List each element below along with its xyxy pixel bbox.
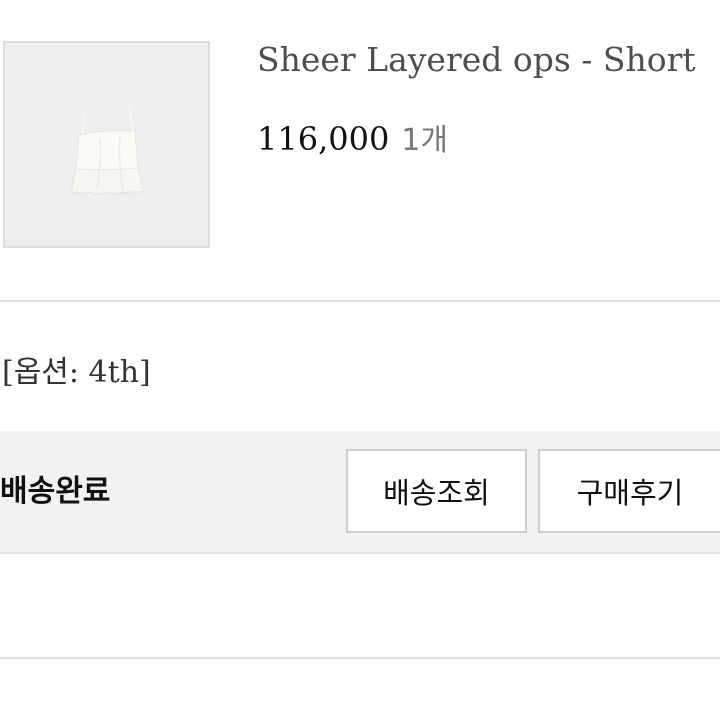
order-detail-page: Sheer Layered ops - Short 116,000 1개 [옵션:… — [0, 0, 720, 720]
write-review-button[interactable]: 구매후기 — [538, 449, 720, 533]
product-title[interactable]: Sheer Layered ops - Short — [257, 40, 696, 79]
track-delivery-button[interactable]: 배송조회 — [346, 449, 527, 533]
divider — [0, 300, 720, 302]
product-option: [옵션: 4th] — [2, 355, 151, 390]
price-line: 116,000 1개 — [257, 115, 448, 159]
delivery-status-text: 배송완료 — [0, 474, 111, 509]
product-price: 116,000 — [257, 120, 390, 158]
product-thumbnail[interactable] — [3, 41, 210, 248]
divider — [0, 657, 720, 659]
white-camisole-dress-icon — [5, 43, 208, 246]
product-quantity: 1개 — [401, 123, 449, 158]
order-status-bar: 배송완료 배송조회 구매후기 — [0, 431, 720, 554]
